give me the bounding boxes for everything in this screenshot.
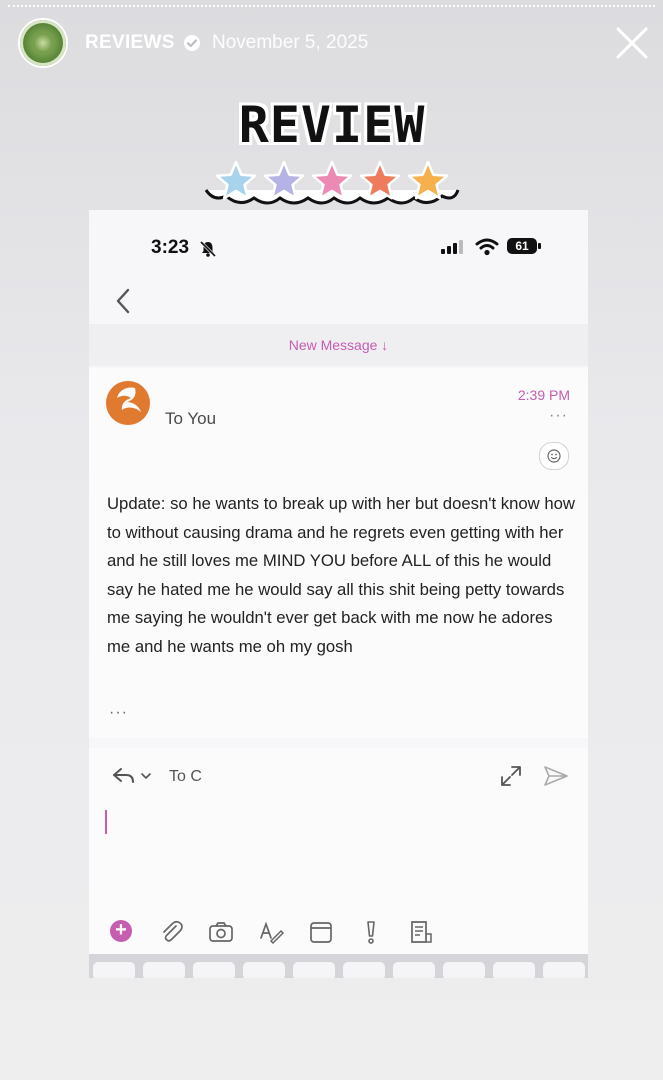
story-date: November 5, 2025 — [212, 32, 369, 53]
smiley-icon — [547, 449, 561, 463]
reply-compose-area: To C + — [89, 748, 588, 978]
message-timestamp: 2:39 PM — [517, 387, 570, 403]
bell-muted-icon — [199, 240, 217, 258]
text-format-icon[interactable] — [257, 918, 285, 946]
story-progress-bar — [8, 5, 655, 10]
importance-icon[interactable] — [357, 918, 385, 946]
battery-cap — [538, 243, 541, 249]
email-message-card: To You 2:39 PM ··· Update: so he wants t… — [89, 368, 588, 738]
text-cursor[interactable] — [105, 810, 107, 834]
avatar-emblem — [33, 33, 53, 53]
camera-icon[interactable] — [207, 918, 235, 946]
compose-toolbar: + — [107, 918, 577, 948]
star-rating — [204, 160, 460, 205]
battery-level: 61 — [507, 238, 537, 254]
keyboard-top — [89, 954, 588, 978]
account-name[interactable]: REVIEWS — [85, 32, 175, 54]
reply-icon[interactable] — [109, 764, 157, 788]
story-header: REVIEWS November 5, 2025 — [0, 16, 663, 68]
review-sticker: REVIEW — [200, 92, 464, 220]
expand-icon[interactable] — [499, 764, 523, 788]
keyboard-key[interactable] — [343, 962, 385, 978]
calendar-icon[interactable] — [307, 918, 335, 946]
sender-logo-icon — [106, 381, 150, 425]
keyboard-key[interactable] — [393, 962, 435, 978]
cellular-signal-icon — [441, 240, 463, 254]
show-quoted-text-button[interactable]: ··· — [109, 704, 128, 722]
close-icon[interactable] — [614, 25, 650, 61]
status-time: 3:23 — [151, 237, 190, 258]
verified-badge-icon — [184, 35, 200, 51]
keyboard-key[interactable] — [443, 962, 485, 978]
keyboard-key[interactable] — [193, 962, 235, 978]
sticker-title: REVIEW — [238, 96, 426, 154]
new-message-banner[interactable]: New Message ↓ — [89, 324, 588, 366]
keyboard-key[interactable] — [93, 962, 135, 978]
account-avatar[interactable] — [20, 20, 66, 66]
message-body: Update: so he wants to break up with her… — [107, 494, 575, 656]
keyboard-key[interactable] — [243, 962, 285, 978]
keyboard-key[interactable] — [543, 962, 585, 978]
keyboard-key[interactable] — [493, 962, 535, 978]
message-more-button[interactable]: ··· — [549, 407, 568, 425]
keyboard-key[interactable] — [293, 962, 335, 978]
back-chevron-icon[interactable] — [109, 284, 139, 318]
add-button[interactable]: + — [108, 918, 136, 946]
add-reaction-button[interactable] — [539, 442, 569, 470]
wifi-icon — [475, 238, 499, 256]
keyboard-key[interactable] — [143, 962, 185, 978]
attachment-icon[interactable] — [157, 918, 185, 946]
reply-recipient[interactable]: To C — [169, 768, 202, 786]
status-bar: 3:23 61 — [89, 210, 588, 284]
send-icon[interactable] — [543, 764, 569, 788]
template-icon[interactable] — [407, 918, 435, 946]
plus-icon: + — [110, 920, 132, 942]
recipient-label: To You — [165, 409, 217, 428]
phone-screenshot: 3:23 61 New Message ↓ To You 2:39 PM ···… — [89, 210, 588, 978]
